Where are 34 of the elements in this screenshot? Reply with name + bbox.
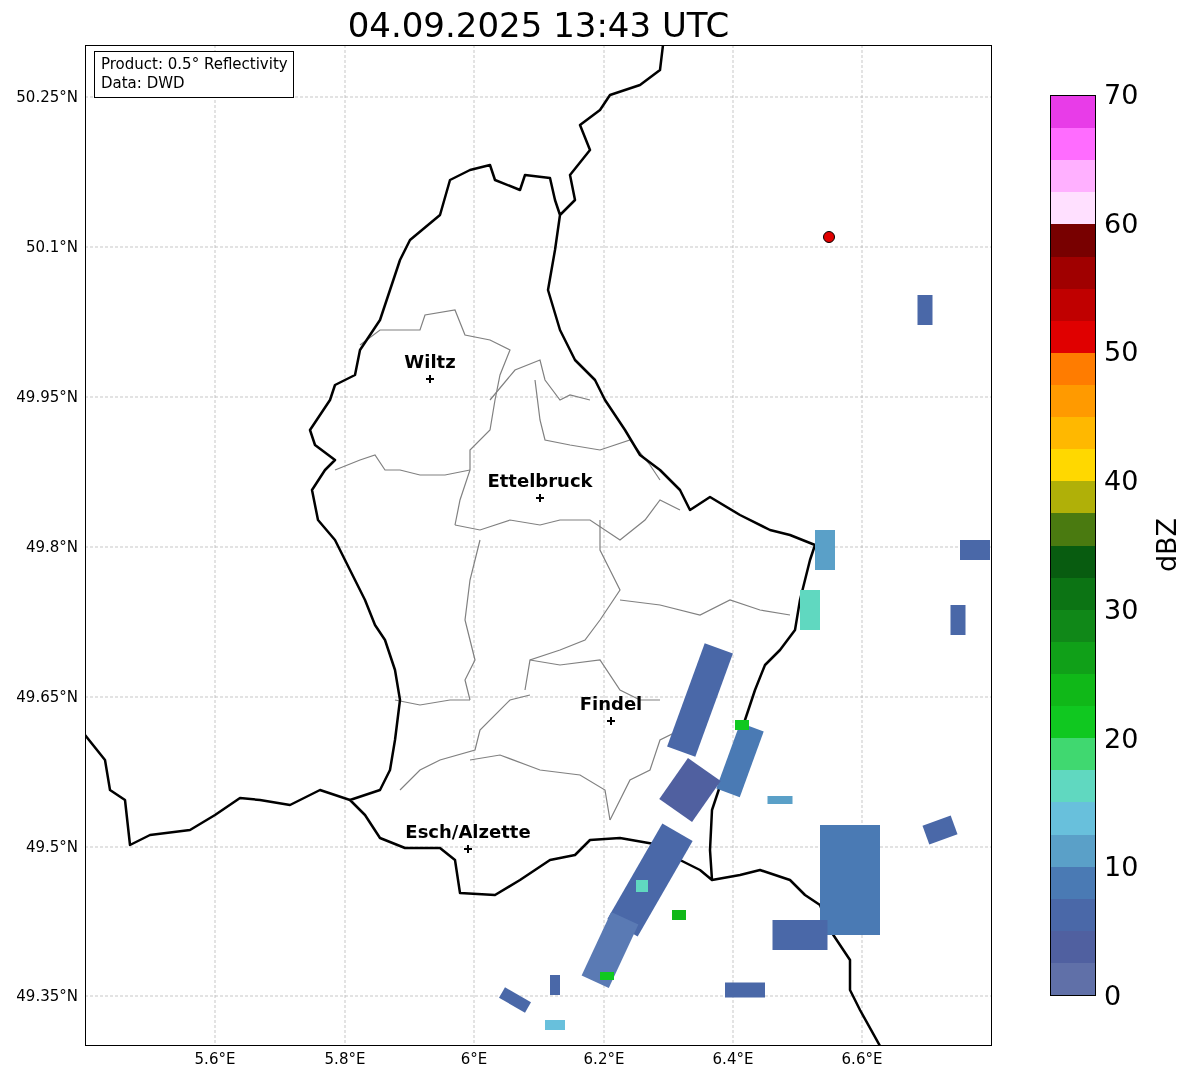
info-text: Data: DWD xyxy=(101,74,186,93)
city-marker-icon xyxy=(426,375,434,383)
latitude-label: 49.35°N xyxy=(16,987,78,1005)
longitude-label: 5.6°E xyxy=(194,1050,236,1068)
city-label: Wiltz xyxy=(404,351,456,373)
city-label: Findel xyxy=(579,693,643,715)
colorbar-tick-label: 60 xyxy=(1104,208,1139,239)
latitude-label: 49.65°N xyxy=(16,688,78,706)
longitude-label: 6.6°E xyxy=(841,1050,883,1068)
city-marker-icon xyxy=(464,845,472,853)
city-marker-icon xyxy=(607,717,615,725)
colorbar-tick-label: 10 xyxy=(1104,852,1139,883)
latitude-label: 49.8°N xyxy=(25,538,78,556)
longitude-label: 6°E xyxy=(460,1050,488,1068)
colorbar-tick-label: 70 xyxy=(1104,80,1139,110)
latitude-label: 49.95°N xyxy=(16,388,78,406)
latitude-label: 49.5°N xyxy=(25,838,78,856)
info-text: Product: 0.5° Reflectivity xyxy=(101,55,288,74)
colorbar-tick-label: 40 xyxy=(1104,466,1139,497)
chart-title: 04.09.2025 13:43 UTC xyxy=(346,4,731,46)
colorbar-tick-label: 30 xyxy=(1104,594,1139,625)
latitude-label: 50.1°N xyxy=(25,238,78,256)
city-label: Esch/Alzette xyxy=(405,821,531,843)
city-marker-icon xyxy=(536,494,544,502)
longitude-label: 6.2°E xyxy=(583,1050,625,1068)
latitude-label: 50.25°N xyxy=(16,88,78,106)
longitude-label: 6.4°E xyxy=(712,1050,754,1068)
colorbar-tick-label: 50 xyxy=(1104,337,1139,368)
colorbar-tick-label: 20 xyxy=(1104,723,1139,754)
location-dot xyxy=(823,231,835,243)
colorbar-label: dBZ xyxy=(1152,517,1183,573)
colorbar-tick-label: 0 xyxy=(1104,981,1122,1011)
longitude-label: 5.8°E xyxy=(324,1050,366,1068)
city-label: Ettelbruck xyxy=(487,470,593,492)
